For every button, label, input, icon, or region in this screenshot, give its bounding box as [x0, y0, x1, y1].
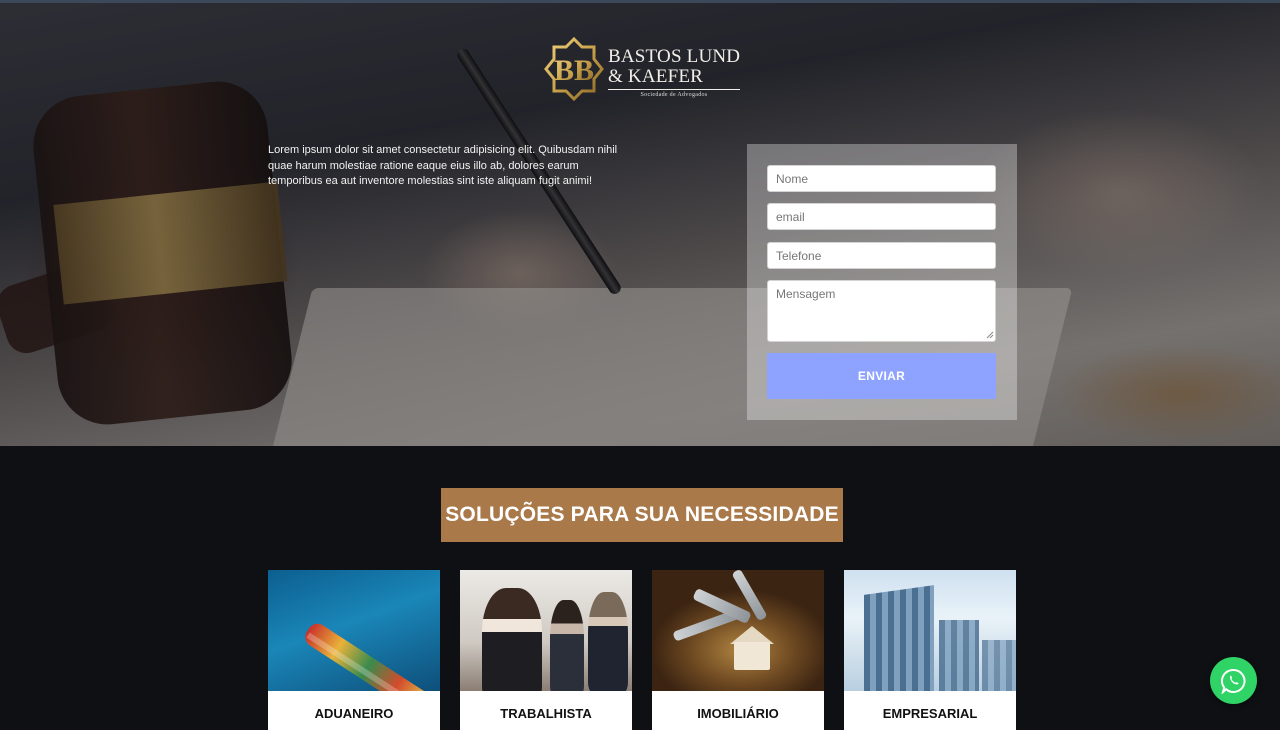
phone-input[interactable] [767, 242, 996, 269]
service-card-label: EMPRESARIAL [882, 706, 978, 721]
business-team-image [460, 570, 632, 691]
service-card-trabalhista[interactable]: TRABALHISTA [460, 570, 632, 730]
person-decoration [550, 600, 584, 691]
whatsapp-icon [1220, 668, 1245, 694]
service-card-label: ADUANEIRO [314, 706, 394, 721]
cargo-ship-image [268, 570, 440, 691]
hero-section: BB BASTOS LUND & KAEFER Sociedade de Adv… [0, 3, 1280, 446]
service-card-empresarial[interactable]: EMPRESARIAL [844, 570, 1016, 730]
house-decoration [734, 642, 770, 670]
building-decoration [939, 620, 979, 691]
brand-tagline: Sociedade de Advogados [640, 92, 708, 98]
house-keys-image [652, 570, 824, 691]
person-decoration [482, 588, 542, 691]
email-input[interactable] [767, 203, 996, 230]
whatsapp-button[interactable] [1210, 657, 1257, 704]
resize-grip-icon[interactable] [986, 331, 994, 339]
brand-divider [608, 89, 740, 90]
building-decoration [982, 640, 1016, 691]
solutions-title: SOLUÇÕES PARA SUA NECESSIDADE [441, 488, 843, 542]
office-building-image [844, 570, 1016, 691]
name-input[interactable] [767, 165, 996, 192]
brand-wordmark: BASTOS LUND & KAEFER Sociedade de Advoga… [608, 47, 748, 98]
brand-name-line2: & KAEFER [608, 66, 704, 87]
brand-name-line1: BASTOS LUND [608, 46, 741, 67]
monogram-icon: BB [544, 37, 604, 101]
service-card-label: TRABALHISTA [500, 706, 592, 721]
hero-intro-text: Lorem ipsum dolor sit amet consectetur a… [268, 144, 618, 187]
submit-button[interactable]: ENVIAR [767, 353, 996, 399]
svg-text:BB: BB [554, 54, 594, 87]
contact-form: ENVIAR [747, 144, 1017, 420]
service-card-label: IMOBILIÁRIO [697, 706, 779, 721]
message-textarea[interactable] [767, 280, 996, 342]
service-card-aduaneiro[interactable]: ADUANEIRO [268, 570, 440, 730]
person-decoration [588, 592, 628, 691]
service-card-imobiliario[interactable]: IMOBILIÁRIO [652, 570, 824, 730]
brand-logo[interactable]: BB BASTOS LUND & KAEFER Sociedade de Adv… [542, 37, 742, 105]
ship-decoration [301, 619, 432, 691]
building-decoration [864, 585, 934, 691]
